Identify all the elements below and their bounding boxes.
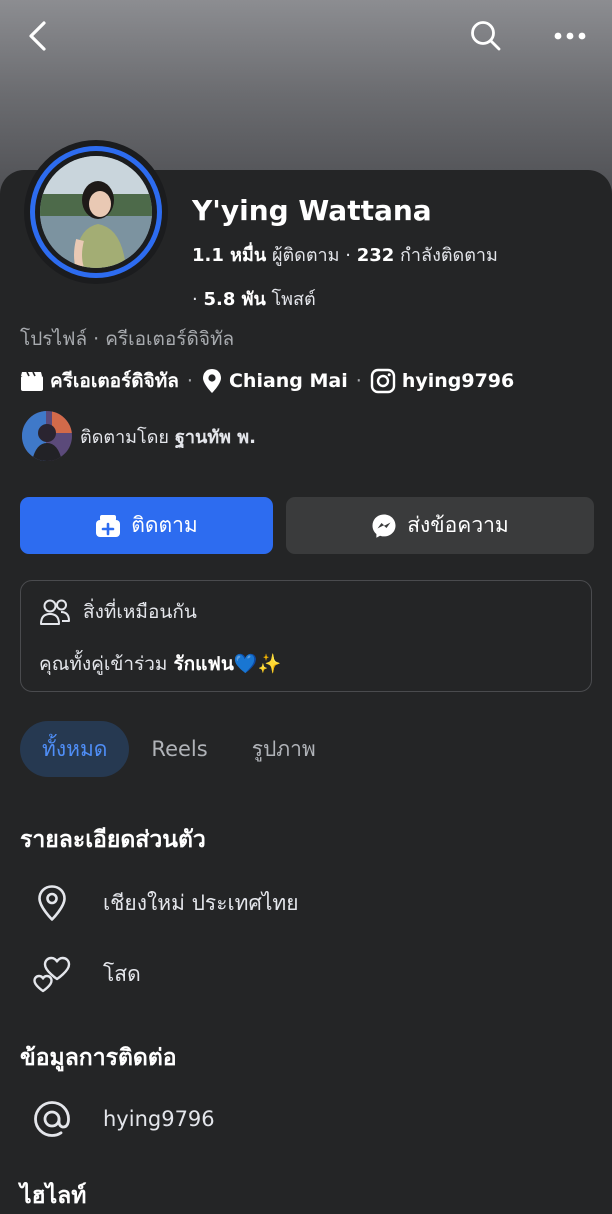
profile-subtitle: โปรไฟล์ · ครีเอเตอร์ดิจิทัล — [20, 328, 235, 350]
separator-dot: · — [192, 289, 204, 310]
tab-all[interactable]: ทั้งหมด — [20, 721, 130, 777]
profile-posts-stats: · 5.8 พัน โพสต์ — [192, 284, 316, 313]
tab-reels[interactable]: Reels — [129, 721, 229, 777]
following-label[interactable]: กำลังติดตาม — [400, 245, 498, 266]
profile-name: Y'ying Wattana — [192, 194, 432, 227]
followed-by-prefix: ติดตามโดย — [80, 426, 169, 448]
follower-avatar — [22, 411, 72, 461]
contact-instagram-text[interactable]: hying9796 — [103, 1107, 215, 1131]
follow-label: ติดตาม — [131, 513, 198, 537]
posts-count: 5.8 พัน — [203, 289, 266, 310]
instagram-icon — [370, 368, 396, 394]
profile-info-row: ครีเอเตอร์ดิจิทัล · Chiang Mai · hying97… — [20, 366, 514, 396]
at-sign-icon — [30, 1097, 74, 1141]
followers-label[interactable]: ผู้ติดตาม — [272, 245, 340, 266]
search-icon — [471, 21, 501, 51]
category-label: ครีเอเตอร์ดิจิทัล — [50, 370, 179, 392]
mutual-header: สิ่งที่เหมือนกัน — [39, 597, 197, 627]
mutual-body: คุณทั้งคู่เข้าร่วม รักแฟน💙✨ — [39, 649, 281, 679]
followed-by-row[interactable]: ติดตามโดย ฐานทัพ พ. — [22, 411, 256, 461]
contact-instagram-row[interactable]: hying9796 — [30, 1097, 215, 1141]
posts-label: โพสต์ — [271, 289, 316, 310]
hearts-icon — [30, 952, 74, 996]
highlights-section-title: ไฮไลท์ — [20, 1183, 87, 1209]
city-label[interactable]: Chiang Mai — [229, 370, 348, 392]
more-horizontal-icon — [554, 32, 586, 40]
separator-dot: · — [345, 245, 357, 266]
followers-count[interactable]: 1.1 หมื่น — [192, 245, 266, 266]
messenger-icon — [371, 513, 397, 539]
story-ring — [30, 146, 162, 278]
follow-icon — [95, 514, 121, 538]
people-icon — [39, 598, 71, 626]
chevron-left-icon — [29, 21, 46, 51]
more-button[interactable] — [548, 14, 592, 58]
contact-section-title: ข้อมูลการติดต่อ — [20, 1045, 177, 1071]
profile-photo — [40, 156, 152, 268]
mutual-group-name[interactable]: รักแฟน💙✨ — [173, 653, 281, 675]
clapperboard-icon — [20, 370, 44, 392]
search-button[interactable] — [464, 14, 508, 58]
back-button[interactable] — [16, 14, 60, 58]
following-count[interactable]: 232 — [357, 245, 395, 266]
mutual-title: สิ่งที่เหมือนกัน — [83, 601, 197, 623]
follow-button[interactable]: ติดตาม — [20, 497, 273, 554]
location-pin-icon — [201, 368, 223, 394]
location-pin-icon — [30, 881, 74, 925]
profile-stats: 1.1 หมื่น ผู้ติดตาม · 232 กำลังติดตาม — [192, 240, 498, 269]
mutual-things-card[interactable]: สิ่งที่เหมือนกัน คุณทั้งคู่เข้าร่วม รักแ… — [20, 580, 592, 692]
details-section-title: รายละเอียดส่วนตัว — [20, 827, 206, 853]
relationship-text: โสด — [103, 961, 141, 986]
profile-tabs: ทั้งหมด Reels รูปภาพ — [20, 720, 338, 778]
tab-photos[interactable]: รูปภาพ — [230, 721, 338, 777]
location-text: เชียงใหม่ ประเทศไทย — [103, 890, 299, 915]
detail-relationship-row: โสด — [30, 952, 141, 996]
profile-avatar[interactable] — [24, 140, 168, 284]
detail-location-row: เชียงใหม่ ประเทศไทย — [30, 881, 299, 925]
message-button[interactable]: ส่งข้อความ — [286, 497, 594, 554]
followed-by-name[interactable]: ฐานทัพ พ. — [175, 422, 256, 451]
instagram-handle[interactable]: hying9796 — [402, 370, 514, 392]
message-label: ส่งข้อความ — [407, 513, 509, 537]
mutual-body-prefix: คุณทั้งคู่เข้าร่วม — [39, 653, 168, 675]
